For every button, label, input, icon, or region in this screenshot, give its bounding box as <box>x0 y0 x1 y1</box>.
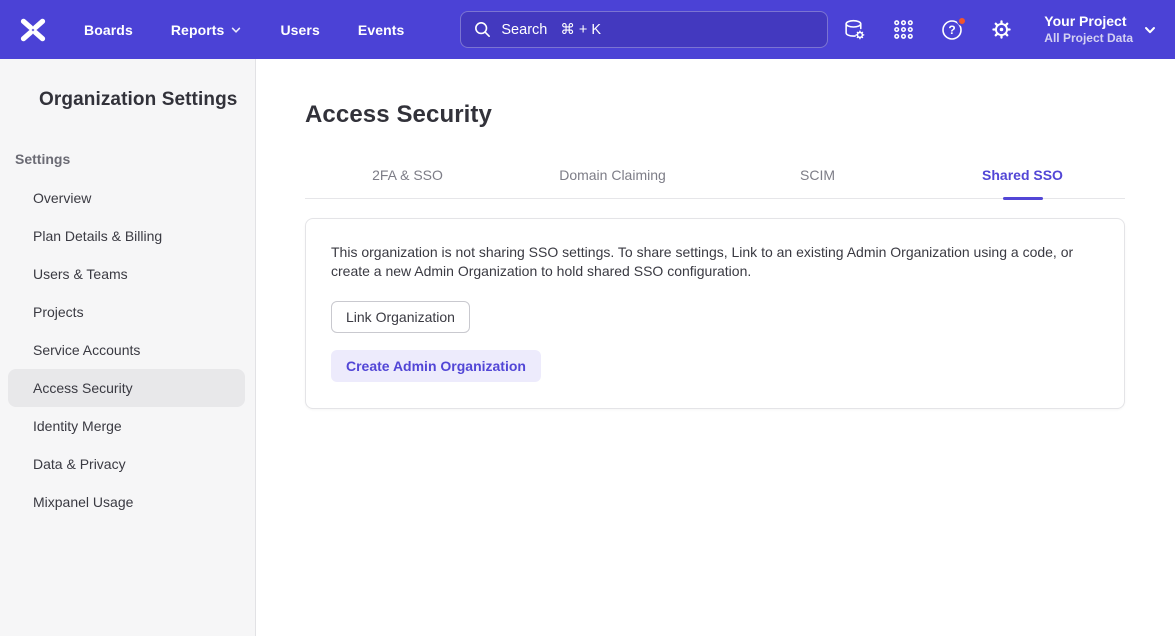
nav-item[interactable]: Reports <box>171 22 243 38</box>
project-data-view: All Project Data <box>1044 31 1133 46</box>
sidebar-item-label: Projects <box>33 304 84 320</box>
nav-item-label: Events <box>358 22 405 38</box>
project-name: Your Project <box>1044 13 1126 31</box>
project-switcher[interactable]: Your Project All Project Data <box>1044 13 1157 46</box>
sidebar-item-label: Users & Teams <box>33 266 128 282</box>
sidebar-item[interactable]: Users & Teams <box>8 255 245 293</box>
sidebar-item[interactable]: Identity Merge <box>8 407 245 445</box>
main-content: Access Security 2FA & SSO Domain Claimin… <box>256 59 1175 636</box>
sidebar-item[interactable]: Service Accounts <box>8 331 245 369</box>
settings-gear-icon[interactable] <box>989 18 1013 42</box>
data-management-icon[interactable] <box>842 18 866 42</box>
tab[interactable]: Shared SSO <box>920 167 1125 198</box>
sidebar-item-label: Access Security <box>33 380 133 396</box>
mixpanel-logo-icon[interactable] <box>18 16 48 44</box>
notification-badge <box>957 16 967 26</box>
sidebar-item-label: Data & Privacy <box>33 456 126 472</box>
nav-right-cluster: ? Your Project All Project Data <box>842 13 1157 46</box>
sidebar-item-label: Identity Merge <box>33 418 122 434</box>
create-admin-organization-button[interactable]: Create Admin Organization <box>331 350 541 382</box>
sidebar-item[interactable]: Overview <box>8 179 245 217</box>
nav-item[interactable]: Boards <box>84 22 133 38</box>
sidebar-item-label: Mixpanel Usage <box>33 494 133 510</box>
tab-label: 2FA & SSO <box>372 167 443 183</box>
tab[interactable]: 2FA & SSO <box>305 167 510 198</box>
link-organization-button[interactable]: Link Organization <box>331 301 470 333</box>
settings-sidebar: Organization Settings Settings Overview … <box>0 59 256 636</box>
sidebar-item[interactable]: Access Security <box>8 369 245 407</box>
sidebar-item-label: Plan Details & Billing <box>33 228 162 244</box>
page-title: Access Security <box>305 101 1175 129</box>
sidebar-item-label: Service Accounts <box>33 342 140 358</box>
sidebar-title: Organization Settings <box>39 89 255 111</box>
sidebar-item[interactable]: Mixpanel Usage <box>8 483 245 521</box>
nav-item-label: Reports <box>171 22 225 38</box>
help-icon[interactable]: ? <box>940 18 964 42</box>
chevron-down-icon <box>230 24 242 36</box>
tab[interactable]: Domain Claiming <box>510 167 715 198</box>
sidebar-section-label: Settings <box>15 151 255 167</box>
sidebar-item[interactable]: Plan Details & Billing <box>8 217 245 255</box>
tab-label: Domain Claiming <box>559 167 666 183</box>
primary-nav: Boards Reports Users Events <box>84 22 404 38</box>
top-navigation-bar: Boards Reports Users Events <box>0 0 1175 59</box>
nav-item-label: Boards <box>84 22 133 38</box>
search-placeholder: Search <box>501 22 547 38</box>
tab[interactable]: SCIM <box>715 167 920 198</box>
search-input[interactable]: Search ⌘ + K <box>460 11 828 48</box>
tab-bar: 2FA & SSO Domain Claiming SCIM Shared SS… <box>305 167 1125 199</box>
nav-item[interactable]: Events <box>358 22 405 38</box>
search-icon <box>473 20 492 39</box>
tab-label: Shared SSO <box>982 167 1063 183</box>
shared-sso-card: This organization is not sharing SSO set… <box>305 218 1125 409</box>
shared-sso-description: This organization is not sharing SSO set… <box>331 243 1093 281</box>
svg-text:?: ? <box>949 23 956 37</box>
sidebar-item[interactable]: Projects <box>8 293 245 331</box>
sidebar-item[interactable]: Data & Privacy <box>8 445 245 483</box>
nav-item[interactable]: Users <box>280 22 319 38</box>
chevron-down-icon <box>1143 23 1157 37</box>
sidebar-nav: Overview Plan Details & Billing Users & … <box>0 179 255 521</box>
search-shortcut-hint: ⌘ + K <box>560 22 601 38</box>
tab-label: SCIM <box>800 167 835 183</box>
apps-grid-icon[interactable] <box>891 18 915 42</box>
sidebar-item-label: Overview <box>33 190 91 206</box>
nav-item-label: Users <box>280 22 319 38</box>
